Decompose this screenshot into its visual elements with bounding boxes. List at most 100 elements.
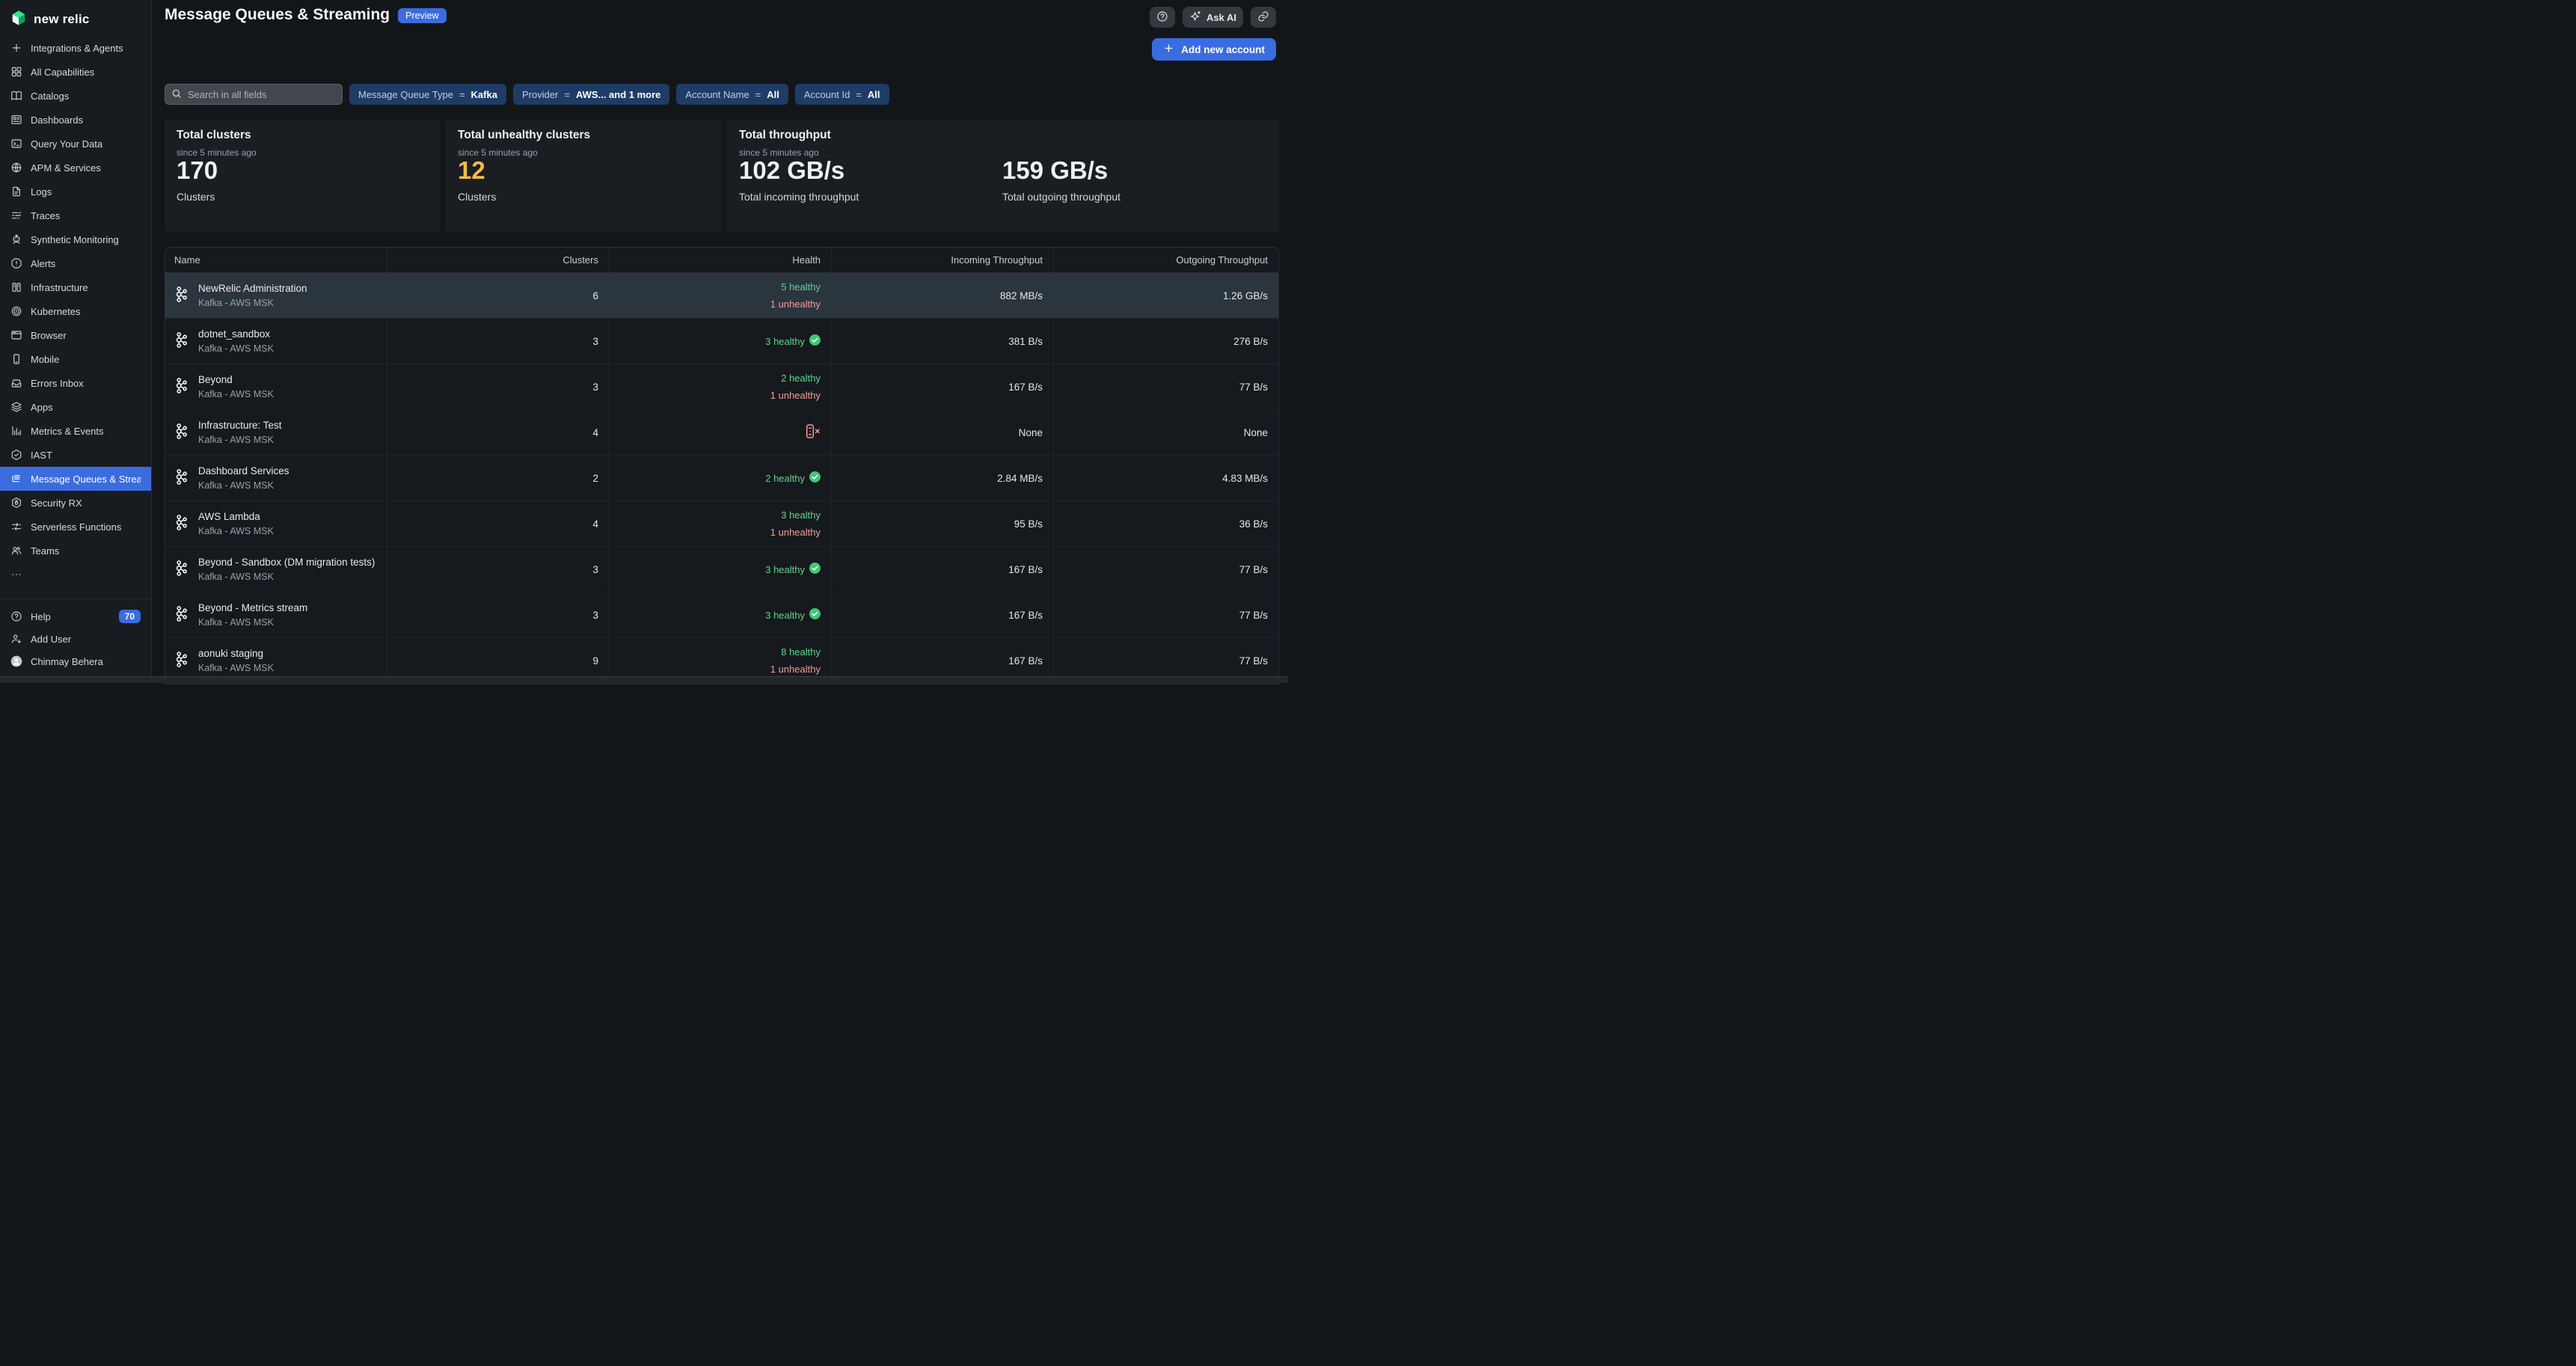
sidebar-nav: Integrations & AgentsAll CapabilitiesCat… xyxy=(0,36,151,586)
copy-link-button[interactable] xyxy=(1251,7,1276,28)
outgoing-throughput: 4.83 MB/s xyxy=(1222,473,1268,484)
sidebar-item-all-capabilities[interactable]: All Capabilities xyxy=(0,60,151,84)
table-row-infrastructure-test[interactable]: Infrastructure: TestKafka - AWS MSK4None… xyxy=(165,410,1278,456)
sidebar-item-browser[interactable]: Browser xyxy=(0,323,151,347)
healthy-count: 5 healthy xyxy=(781,281,821,293)
plus-icon xyxy=(1163,43,1174,56)
table-row-beyond-sandbox-dm-migration-tests[interactable]: Beyond - Sandbox (DM migration tests)Kaf… xyxy=(165,547,1278,592)
search-input[interactable] xyxy=(186,88,336,101)
kafka-icon xyxy=(174,422,189,443)
incoming-throughput-label: Total incoming throughput xyxy=(739,191,859,203)
filter-chip-account-id[interactable]: Account Id = All xyxy=(795,84,889,105)
cluster-provider: Kafka - AWS MSK xyxy=(198,480,289,491)
sidebar-item-mobile[interactable]: Mobile xyxy=(0,347,151,371)
sidebar-item-label: Help xyxy=(31,611,51,622)
filter-bar: Message Queue Type = Kafka Provider = AW… xyxy=(165,84,889,105)
avatar-icon xyxy=(10,655,22,667)
sidebar-item-serverless-functions[interactable]: Serverless Functions xyxy=(0,515,151,539)
sidebar-item-more[interactable] xyxy=(0,563,151,586)
sidebar-item-label: Query Your Data xyxy=(31,138,102,150)
add-user-icon xyxy=(10,633,22,645)
total-throughput-card: Total throughput since 5 minutes ago 102… xyxy=(727,120,1279,232)
sidebar-item-apm-services[interactable]: APM & Services xyxy=(0,156,151,180)
help-button[interactable] xyxy=(1150,7,1175,28)
column-header-incoming[interactable]: Incoming Throughput xyxy=(831,248,1053,272)
cluster-name: Beyond - Metrics stream xyxy=(198,602,307,613)
sidebar-item-iast[interactable]: IAST xyxy=(0,443,151,467)
sidebar-item-label: Chinmay Behera xyxy=(31,656,103,667)
table-row-newrelic-administration[interactable]: NewRelic Administration Kafka - AWS MSK 6 5… xyxy=(165,273,1278,319)
table-row-dashboard-services[interactable]: Dashboard ServicesKafka - AWS MSK22 heal… xyxy=(165,456,1278,501)
clusters-count: 6 xyxy=(592,290,598,301)
table-row-beyond[interactable]: BeyondKafka - AWS MSK32 healthy1 unhealt… xyxy=(165,364,1278,410)
cluster-name: NewRelic Administration xyxy=(198,283,307,294)
brand-logo[interactable]: new relic xyxy=(0,0,151,36)
cluster-provider: Kafka - AWS MSK xyxy=(198,298,307,308)
sidebar-item-label: Metrics & Events xyxy=(31,426,104,437)
unhealthy-count: 1 unhealthy xyxy=(770,664,821,675)
health-status: 2 healthy xyxy=(765,471,821,485)
filter-chip-provider[interactable]: Provider = AWS... and 1 more xyxy=(513,84,669,105)
table-row-aws-lambda[interactable]: AWS LambdaKafka - AWS MSK43 healthy1 unh… xyxy=(165,501,1278,547)
browser-icon xyxy=(10,329,22,341)
ask-ai-button[interactable]: Ask AI xyxy=(1183,7,1243,28)
robot-icon xyxy=(10,233,22,245)
health-status: 3 healthy xyxy=(765,334,821,348)
sidebar-item-add-user[interactable]: Add User xyxy=(0,628,151,650)
sidebar-item-chinmay-behera[interactable]: Chinmay Behera xyxy=(0,650,151,673)
cluster-name: dotnet_sandbox xyxy=(198,328,274,340)
file-icon xyxy=(10,186,22,197)
column-header-health[interactable]: Health xyxy=(609,248,831,272)
sidebar-item-security-rx[interactable]: Security RX xyxy=(0,491,151,515)
sidebar-item-teams[interactable]: Teams xyxy=(0,539,151,563)
unhealthy-count: 1 unhealthy xyxy=(770,298,821,310)
sidebar-item-kubernetes[interactable]: Kubernetes xyxy=(0,299,151,323)
sidebar-item-help[interactable]: Help70 xyxy=(0,605,151,628)
sidebar: new relic Integrations & AgentsAll Capab… xyxy=(0,0,152,677)
total-clusters-value: 170 xyxy=(177,157,218,184)
sidebar-item-message-queues-strea[interactable]: Message Queues & Strea... xyxy=(0,467,151,491)
sidebar-item-label: Errors Inbox xyxy=(31,378,84,389)
sidebar-item-label: Add User xyxy=(31,634,71,645)
filter-chip-message-queue-type[interactable]: Message Queue Type = Kafka xyxy=(349,84,506,105)
column-header-clusters[interactable]: Clusters xyxy=(387,248,609,272)
cluster-provider: Kafka - AWS MSK xyxy=(198,526,274,536)
table-row-beyond-metrics-stream[interactable]: Beyond - Metrics streamKafka - AWS MSK33… xyxy=(165,592,1278,638)
sidebar-item-alerts[interactable]: Alerts xyxy=(0,251,151,275)
check-circle-icon xyxy=(809,334,821,348)
sidebar-item-query-your-data[interactable]: Query Your Data xyxy=(0,132,151,156)
cluster-provider: Kafka - AWS MSK xyxy=(198,435,282,445)
filter-chip-account-name[interactable]: Account Name = All xyxy=(676,84,788,105)
page-title: Message Queues & Streaming xyxy=(165,6,390,24)
sidebar-item-metrics-events[interactable]: Metrics & Events xyxy=(0,419,151,443)
help-circle-icon xyxy=(10,610,22,622)
clusters-count: 3 xyxy=(592,610,598,621)
add-new-account-button[interactable]: Add new account xyxy=(1152,38,1276,61)
kafka-icon xyxy=(174,604,189,625)
sidebar-item-integrations-agents[interactable]: Integrations & Agents xyxy=(0,36,151,60)
total-unhealthy-value: 12 xyxy=(458,157,496,184)
sidebar-item-traces[interactable]: Traces xyxy=(0,203,151,227)
grid-icon xyxy=(10,66,22,78)
outgoing-throughput: 77 B/s xyxy=(1239,564,1268,575)
column-header-name[interactable]: Name xyxy=(165,248,387,272)
sidebar-item-label: Message Queues & Strea... xyxy=(31,474,141,485)
sidebar-item-catalogs[interactable]: Catalogs xyxy=(0,84,151,108)
healthy-count: 2 healthy xyxy=(765,473,805,484)
horizontal-scrollbar[interactable] xyxy=(0,676,1288,683)
table-row-dotnet-sandbox[interactable]: dotnet_sandboxKafka - AWS MSK33 healthy3… xyxy=(165,319,1278,364)
hexagon-check-icon xyxy=(10,449,22,461)
incoming-throughput: 167 B/s xyxy=(1008,564,1043,575)
kafka-icon xyxy=(174,559,189,580)
sidebar-item-label: Mobile xyxy=(31,354,59,365)
sidebar-item-logs[interactable]: Logs xyxy=(0,180,151,203)
sidebar-item-apps[interactable]: Apps xyxy=(0,395,151,419)
column-header-outgoing[interactable]: Outgoing Throughput xyxy=(1053,248,1278,272)
sidebar-item-infrastructure[interactable]: Infrastructure xyxy=(0,275,151,299)
incoming-throughput: 882 MB/s xyxy=(1000,290,1043,301)
search-box[interactable] xyxy=(165,84,343,105)
sidebar-item-synthetic-monitoring[interactable]: Synthetic Monitoring xyxy=(0,227,151,251)
sidebar-item-errors-inbox[interactable]: Errors Inbox xyxy=(0,371,151,395)
sidebar-item-dashboards[interactable]: Dashboards xyxy=(0,108,151,132)
outgoing-throughput: 77 B/s xyxy=(1239,655,1268,667)
